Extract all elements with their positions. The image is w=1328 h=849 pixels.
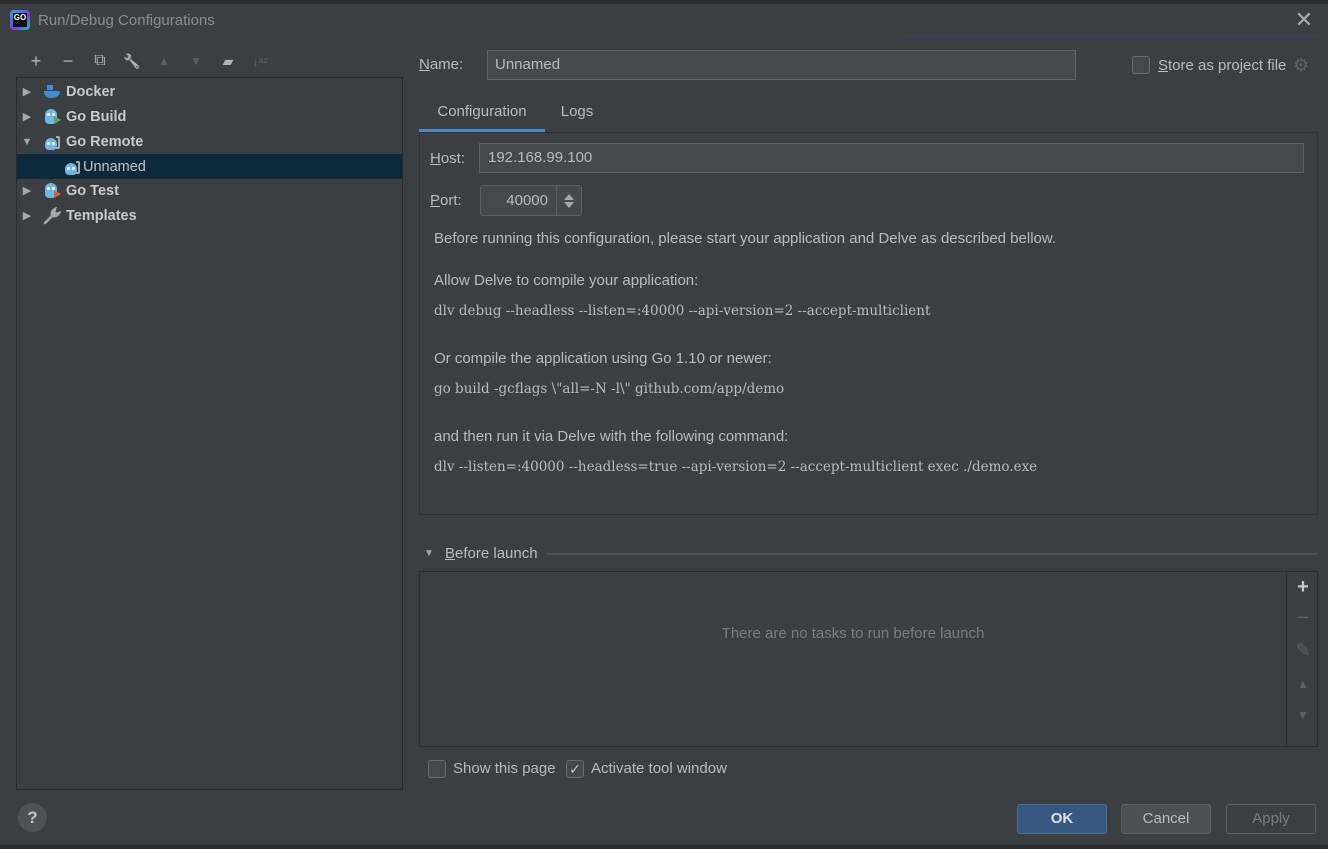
go-remote-icon (43, 133, 61, 151)
tree-item-label: Docker (66, 83, 116, 100)
tree-item-label: Go Test (66, 182, 119, 199)
goland-logo-icon: GO (10, 10, 30, 30)
docker-icon (43, 83, 61, 101)
name-input[interactable]: Unnamed (487, 50, 1076, 80)
arrow-up-icon[interactable]: ▲ (1292, 673, 1314, 695)
expand-arrow-icon[interactable]: ▶ (21, 209, 33, 222)
minus-icon[interactable]: − (1292, 607, 1314, 629)
ok-button[interactable]: OK (1017, 804, 1107, 834)
go-remote-icon (63, 158, 81, 176)
command-1: dlv debug --headless --listen=:40000 --a… (434, 303, 931, 319)
store-as-project-file-label[interactable]: Store as project file (1158, 57, 1286, 74)
tab-logs[interactable]: Logs (549, 95, 605, 132)
tree-item-label: Go Remote (66, 133, 144, 150)
task-list-side-divider (1286, 571, 1287, 747)
arrow-up-icon[interactable]: ▲ (148, 50, 180, 72)
tab-configuration[interactable]: Configuration (419, 95, 545, 132)
gear-icon[interactable]: ⚙ (1293, 56, 1311, 74)
host-input[interactable]: 192.168.99.100 (479, 143, 1304, 173)
folder-add-icon[interactable]: ▰ (212, 50, 244, 72)
spinner-down-icon[interactable] (564, 201, 574, 208)
tree-item-unnamed[interactable]: Unnamed (17, 154, 402, 179)
config-toolbar: + − ⧉ 🔧 ▲ ▼ ▰ ↓ᵃᶻ (20, 50, 276, 72)
pencil-icon[interactable]: ✎ (1292, 639, 1314, 661)
configuration-tree[interactable]: ▶ Docker ▶ Go Build ▼ Go Remote Unnamed … (16, 77, 403, 790)
collapse-arrow-icon[interactable]: ▼ (21, 136, 33, 148)
tree-item-label: Unnamed (83, 158, 146, 175)
port-input[interactable]: 40000 (481, 186, 557, 215)
minus-icon[interactable]: − (52, 50, 84, 72)
go-build-icon (43, 108, 61, 126)
cancel-button[interactable]: Cancel (1121, 804, 1211, 834)
tree-item-go-remote[interactable]: ▼ Go Remote (17, 129, 402, 154)
window-bottom-edge (0, 845, 1328, 849)
expand-arrow-icon[interactable]: ▶ (21, 85, 33, 98)
port-spinner[interactable]: 40000 (480, 185, 582, 216)
expand-arrow-icon[interactable]: ▶ (21, 110, 33, 123)
arrow-down-icon[interactable]: ▼ (180, 50, 212, 72)
expand-arrow-icon[interactable]: ▶ (21, 184, 33, 197)
command-2: go build -gcflags \"all=-N -l\" github.c… (434, 381, 785, 397)
copy-icon[interactable]: ⧉ (84, 50, 116, 72)
tree-item-label: Go Build (66, 108, 127, 125)
config-tabs: Configuration Logs (419, 95, 1318, 133)
before-launch-task-list[interactable] (419, 571, 1318, 747)
spinner-up-icon[interactable] (564, 193, 574, 200)
plus-icon[interactable]: + (1292, 576, 1314, 598)
wrench-icon (43, 206, 62, 225)
show-this-page-label[interactable]: Show this page (453, 760, 556, 777)
plus-icon[interactable]: + (20, 50, 52, 72)
before-launch-label[interactable]: Before launch (445, 545, 538, 562)
help-button[interactable]: ? (18, 803, 47, 832)
tree-item-docker[interactable]: ▶ Docker (17, 79, 402, 104)
intro-text: Before running this configuration, pleas… (434, 230, 1057, 247)
name-label: Name: (419, 56, 464, 73)
close-icon[interactable]: ✕ (1294, 9, 1314, 31)
title-divider (900, 36, 1320, 37)
sort-alpha-icon[interactable]: ↓ᵃᶻ (244, 50, 276, 72)
tree-item-label: Templates (66, 207, 137, 224)
show-this-page-checkbox[interactable] (428, 760, 446, 778)
apply-button[interactable]: Apply (1226, 804, 1316, 834)
go-test-icon (43, 182, 61, 200)
window-title: Run/Debug Configurations (38, 12, 215, 29)
collapse-arrow-icon[interactable]: ▼ (424, 548, 434, 559)
empty-tasks-text: There are no tasks to run before launch (721, 625, 985, 642)
wrench-icon[interactable]: 🔧 (116, 50, 148, 72)
tree-item-go-build[interactable]: ▶ Go Build (17, 104, 402, 129)
title-bar: GO Run/Debug Configurations ✕ (0, 4, 1328, 36)
tree-item-go-test[interactable]: ▶ Go Test (17, 178, 402, 203)
arrow-down-icon[interactable]: ▼ (1292, 704, 1314, 726)
store-as-project-file-checkbox[interactable] (1132, 56, 1150, 74)
activate-tool-window-label[interactable]: Activate tool window (591, 760, 727, 777)
before-launch-divider (546, 553, 1318, 555)
host-label: Host: (430, 150, 466, 167)
step2-text: Or compile the application using Go 1.10… (434, 350, 772, 367)
step3-text: and then run it via Delve with the follo… (434, 428, 789, 445)
tree-item-templates[interactable]: ▶ Templates (17, 203, 402, 228)
spinner-arrows[interactable] (557, 186, 581, 215)
activate-tool-window-checkbox[interactable]: ✓ (566, 760, 584, 778)
port-label: Port: (430, 192, 462, 209)
step1-text: Allow Delve to compile your application: (434, 272, 699, 289)
command-3: dlv --listen=:40000 --headless=true --ap… (434, 459, 1038, 475)
